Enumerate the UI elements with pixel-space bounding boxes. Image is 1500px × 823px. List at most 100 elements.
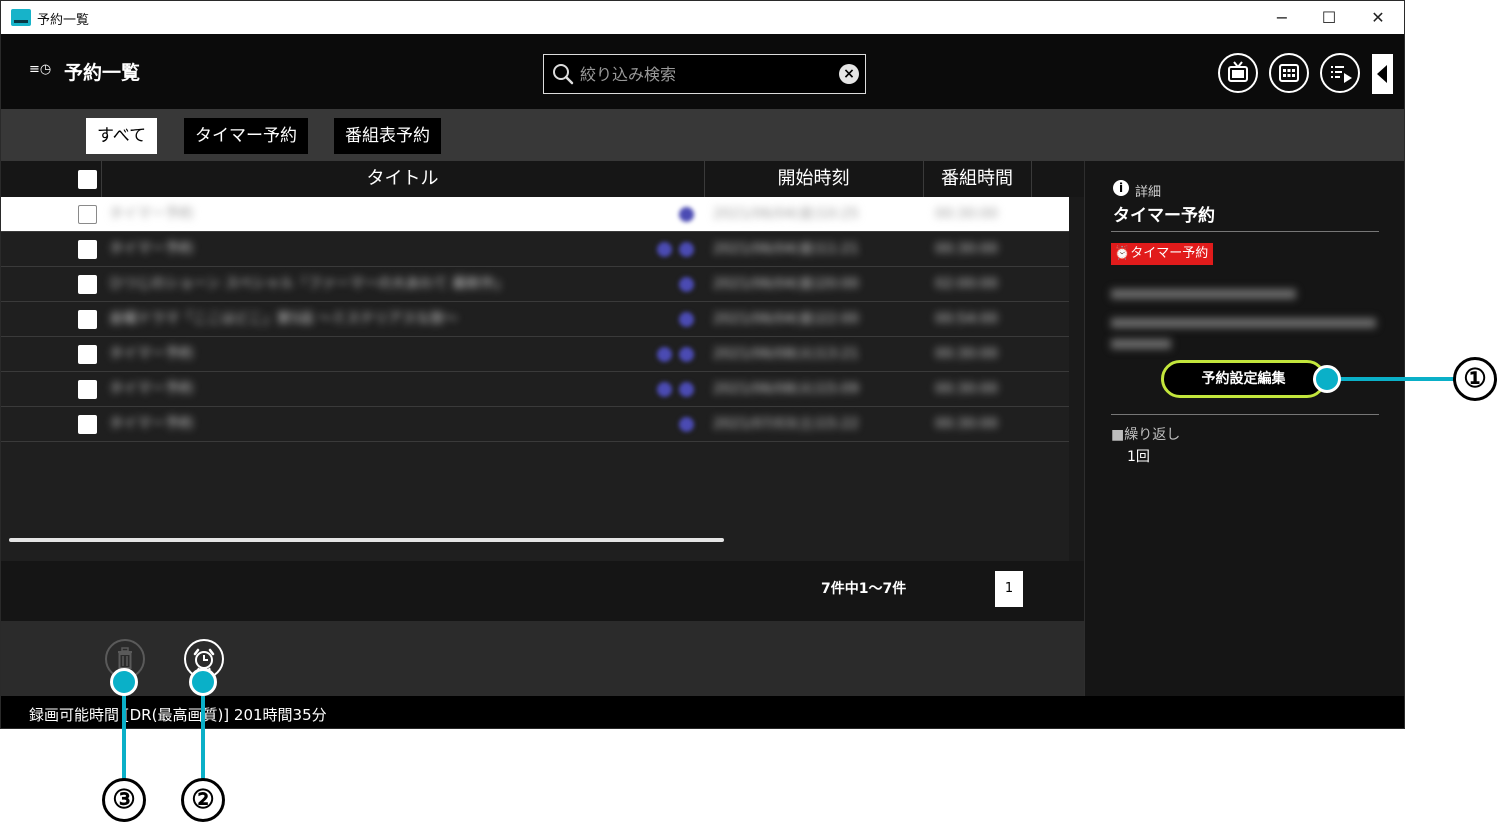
maximize-button[interactable]: ☐ [1306,4,1352,30]
app-header: ≡◷ 予約一覧 × [1,34,1404,109]
alarm-clock-icon: ⏰ [1114,246,1131,261]
callout-number-2: ② [181,778,225,822]
callout-number-3: ③ [102,778,146,822]
pagination: 7件中1〜7件 1 [1,561,1084,621]
channel-icon [657,347,672,362]
row-checkbox[interactable] [78,345,97,364]
row-duration: 00:30:00 [935,416,998,432]
channel-icon [679,277,694,292]
row-duration: 02:00:00 [935,276,998,292]
channel-icon [657,242,672,257]
divider [1111,414,1379,415]
timer-reservation-badge: ⏰タイマー予約 [1111,243,1214,265]
row-duration: 00:30:00 [935,381,998,397]
row-checkbox[interactable] [78,380,97,399]
row-checkbox[interactable] [78,415,97,434]
status-bar: 録画可能時間 [DR(最高画質)] 201時間35分 [1,696,1404,728]
column-start-time[interactable]: 開始時刻 [704,161,923,197]
minimize-button[interactable]: − [1259,4,1305,30]
channel-icon [679,417,694,432]
edit-reservation-button[interactable]: 予約設定編集 [1161,360,1326,398]
collapse-panel-button[interactable] [1372,54,1393,94]
title-bar: 予約一覧 − ☐ ✕ [1,1,1404,34]
info-icon: i [1113,180,1129,196]
column-separator [1031,161,1032,197]
guide-icon [1279,64,1299,82]
row-start-time: 2021/06/04(金)22:00 [713,311,859,327]
channel-icon [679,382,694,397]
table-row[interactable]: タイマー予約 2021/07/03(土)15:22 00:30:00 [1,407,1069,442]
tv-button[interactable] [1218,53,1258,93]
table-row[interactable]: 金曜ドラマ「ここはどこ」第5話 〜ミステリアスな旅〜 2021/06/04(金)2… [1,302,1069,337]
row-title: タイマー予約 [109,346,193,362]
row-start-time: 2021/06/04(金)20:00 [713,276,859,292]
channel-icon [679,207,694,222]
row-start-time: 2021/06/08(火)13:21 [713,346,859,362]
playlist-icon [1331,66,1352,83]
row-title: タイマー予約 [109,206,193,222]
repeat-label: ■繰り返し [1111,427,1181,443]
callout-line [201,683,205,780]
badge-label: タイマー予約 [1130,246,1209,261]
row-start-time: 2021/07/03(土)15:22 [713,416,859,432]
app-icon [11,9,31,26]
schedule-info [1111,339,1171,349]
column-duration[interactable]: 番組時間 [923,161,1031,197]
tab-all[interactable]: すべて [86,118,158,154]
column-title[interactable]: タイトル [101,161,704,197]
result-count: 7件中1〜7件 [821,581,907,597]
playlist-button[interactable] [1320,53,1360,93]
repeat-value: 1回 [1127,449,1150,465]
table-row[interactable]: タイマー予約 2021/06/08(火)15:09 00:30:00 [1,372,1069,407]
program-guide-button[interactable] [1269,53,1309,93]
channel-icon [679,312,694,327]
clear-search-icon[interactable]: × [839,64,859,84]
filter-tabs: すべて タイマー予約 番組表予約 [1,109,1404,161]
row-duration: 00:30:00 [935,241,998,257]
row-title: タイマー予約 [109,381,193,397]
callout-line [122,683,126,780]
callout-line [1340,377,1455,381]
detail-label: 詳細 [1135,185,1162,200]
table-row[interactable]: タイマー予約 2021/06/08(火)13:21 00:30:00 [1,337,1069,372]
callout-dot [189,668,217,696]
table-row[interactable]: ひつじのショーン スペシャル「ファーマーの大あわて 最新作」 2021/06/04… [1,267,1069,302]
tab-guide-reservation[interactable]: 番組表予約 [334,118,441,154]
detail-panel: i 詳細 タイマー予約 ⏰タイマー予約 ■繰り返し 1回 [1084,161,1404,696]
page-title: 予約一覧 [64,62,141,84]
recordable-time: 録画可能時間 [DR(最高画質)] 201時間35分 [29,706,327,724]
channel-icon [679,347,694,362]
callout-number-1: ① [1453,357,1497,401]
row-checkbox[interactable] [78,310,97,329]
channel-info [1111,289,1296,299]
row-checkbox[interactable] [78,240,97,259]
row-title: タイマー予約 [109,416,193,432]
horizontal-scrollbar[interactable] [9,538,724,542]
row-start-time: 2021/06/08(火)15:09 [713,381,859,397]
channel-icon [679,242,694,257]
channel-icon [657,382,672,397]
search-box: × [543,54,866,94]
callout-dot [110,668,138,696]
table-row[interactable]: タイマー予約 2021/06/04(金)10:25 00:30:00 [1,197,1069,232]
window-title: 予約一覧 [37,13,90,28]
detail-title: タイマー予約 [1113,206,1215,226]
tab-timer-reservation[interactable]: タイマー予約 [184,118,308,154]
table-row[interactable]: タイマー予約 2021/06/04(金)11:21 00:30:00 [1,232,1069,267]
divider [1111,231,1379,232]
row-title: 金曜ドラマ「ここはどこ」第5話 〜ミステリアスな旅〜 [109,311,458,327]
row-duration: 00:54:00 [935,311,998,327]
schedule-info [1111,318,1376,328]
close-button[interactable]: ✕ [1355,4,1401,30]
row-duration: 00:30:00 [935,346,998,362]
select-all-checkbox[interactable] [78,170,97,189]
search-input[interactable] [580,61,830,87]
callout-dot [1313,365,1341,393]
screenshot-stage: 予約一覧 − ☐ ✕ ≡◷ 予約一覧 × [0,0,1500,823]
row-checkbox[interactable] [78,275,97,294]
row-start-time: 2021/06/04(金)10:25 [713,206,859,222]
page-number-button[interactable]: 1 [995,571,1023,607]
row-checkbox[interactable] [78,205,97,224]
row-start-time: 2021/06/04(金)11:21 [713,241,859,257]
reservation-table: タイトル 開始時刻 番組時間 タイマー予約 2021/06/04(金)10:25 0… [1,161,1084,687]
